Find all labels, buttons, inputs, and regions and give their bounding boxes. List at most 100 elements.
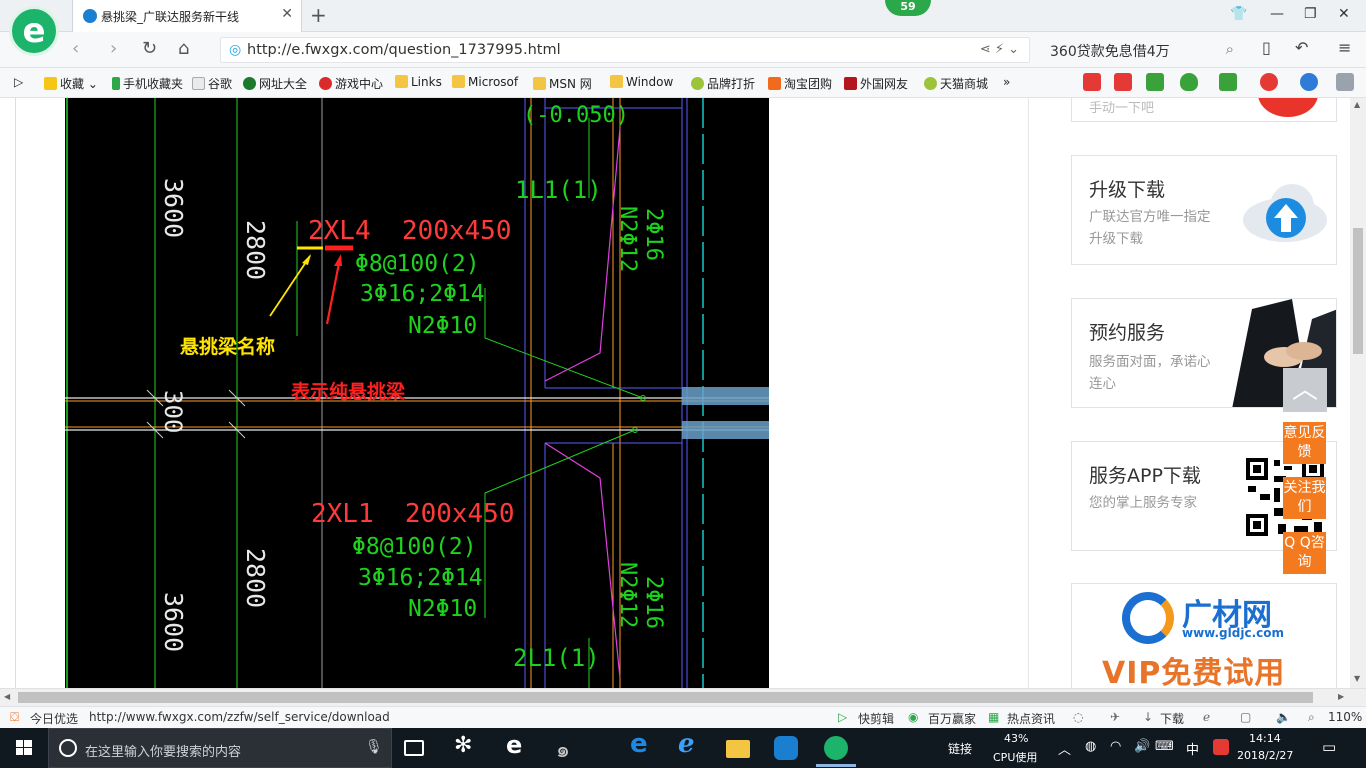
extension-search-icon[interactable] <box>1300 73 1318 91</box>
clock-time[interactable]: 14:14 <box>1249 732 1281 745</box>
scroll-left-icon[interactable]: ◀ <box>4 692 10 701</box>
extension-trophy-icon[interactable] <box>1083 73 1101 91</box>
status-kuaijianji[interactable]: 快剪辑 <box>858 710 894 727</box>
tray-wechat-icon[interactable]: ◍ <box>1085 739 1096 754</box>
horizontal-scrollbar[interactable]: ◀ ▶ <box>0 688 1366 706</box>
extension-grid-icon[interactable] <box>1336 73 1354 91</box>
volume-tray-icon[interactable]: 🔊 <box>1134 739 1150 754</box>
speed-icon[interactable]: ◌ <box>1073 710 1083 724</box>
follow-us-button[interactable]: 关注我们 <box>1283 477 1326 519</box>
zoom-level[interactable]: 110% <box>1328 710 1362 724</box>
volume-icon[interactable]: 🔈 <box>1276 710 1291 724</box>
h-scroll-thumb[interactable] <box>18 692 1313 703</box>
share-icon[interactable]: ⋖ ⚡ ⌄ <box>980 42 1019 57</box>
bookmark-microsoft[interactable]: Microsof <box>452 75 518 89</box>
extension-translate-icon[interactable] <box>1219 73 1237 91</box>
file-explorer-icon[interactable] <box>726 740 750 758</box>
fan-app-icon[interactable]: ✻ <box>454 733 478 758</box>
restore-icon[interactable]: ❐ <box>1304 6 1317 22</box>
start-button[interactable] <box>0 728 48 768</box>
l1-top: 1L1(1) <box>515 176 602 204</box>
bookmark-foreign[interactable]: 外国网友 <box>844 75 908 92</box>
360-browser-icon[interactable] <box>824 736 848 760</box>
cpu-percent: 43% <box>1004 732 1029 745</box>
taskbar-search[interactable]: 在这里输入你要搜索的内容 🎙 <box>48 728 392 768</box>
gift-icon[interactable]: ⛋ <box>10 710 19 725</box>
bookmark-windows[interactable]: Window <box>610 75 673 89</box>
extension-scissors-icon[interactable] <box>1260 73 1278 91</box>
notification-center-icon[interactable]: ▭ <box>1322 738 1336 756</box>
glodon-app-icon[interactable] <box>774 736 798 760</box>
status-baiwan[interactable]: 百万赢家 <box>928 710 976 727</box>
new-tab-icon[interactable]: + <box>310 3 327 27</box>
folder-icon <box>610 75 623 88</box>
phone-icon[interactable]: ▯ <box>1262 38 1271 57</box>
back-icon[interactable]: ‹ <box>72 38 79 59</box>
scroll-down-icon[interactable]: ▼ <box>1354 674 1360 683</box>
swirl-app-icon[interactable]: ๑ <box>556 732 580 763</box>
skin-icon[interactable]: 👕 <box>1230 6 1247 22</box>
scroll-thumb[interactable] <box>1353 228 1363 354</box>
microphone-icon[interactable]: 🎙 <box>365 739 383 755</box>
extension-shield-icon[interactable] <box>1180 73 1198 91</box>
menu-icon[interactable]: ≡ <box>1338 38 1351 57</box>
card-partial-top[interactable]: 手动一下吧 <box>1071 98 1337 122</box>
vert-top-b: N2Φ12 <box>615 206 640 272</box>
feedback-button[interactable]: 意见反馈 <box>1283 422 1326 464</box>
tab-close-icon[interactable]: ✕ <box>281 6 293 22</box>
task-view-icon[interactable] <box>404 740 424 756</box>
pin-icon[interactable]: ✈ <box>1110 710 1120 724</box>
card-upgrade-download[interactable]: 升级下载 广联达官方唯一指定升级下载 <box>1071 155 1337 265</box>
bookmark-mobile[interactable]: 手机收藏夹 <box>112 75 183 92</box>
status-download[interactable]: 下载 <box>1160 710 1184 727</box>
status-redian[interactable]: 热点资讯 <box>1007 710 1055 727</box>
bookmark-links[interactable]: Links <box>395 75 442 89</box>
refresh-icon[interactable]: ↻ <box>142 38 157 59</box>
ime-indicator[interactable]: 中 <box>1186 739 1199 758</box>
scroll-right-icon[interactable]: ▶ <box>1338 692 1344 701</box>
dim-2800-top: 2800 <box>241 220 270 280</box>
tab-active[interactable]: 悬挑梁_广联达服务新干线 ✕ <box>72 0 302 32</box>
tray-link[interactable]: 链接 <box>948 740 972 757</box>
browser-logo-icon[interactable]: e <box>9 6 59 56</box>
forward-icon[interactable]: › <box>110 38 117 59</box>
scroll-up-icon[interactable]: ▲ <box>1354 100 1360 109</box>
extension-discount-icon[interactable] <box>1114 73 1132 91</box>
bookmark-games[interactable]: 游戏中心 <box>319 75 383 92</box>
ie-legacy-icon[interactable]: e <box>506 731 530 759</box>
today-picks[interactable]: 今日优选 <box>30 710 78 727</box>
address-bar[interactable]: ◎ http://e.fwxgx.com/question_1737995.ht… <box>220 37 1030 63</box>
home-icon[interactable]: ⌂ <box>178 38 189 59</box>
bookmark-google[interactable]: 谷歌 <box>192 75 232 92</box>
bookmarks-more[interactable]: » <box>1003 75 1010 89</box>
vertical-scrollbar[interactable]: ▲ ▼ <box>1350 98 1366 688</box>
internet-explorer-icon[interactable]: ℯ <box>678 729 702 759</box>
sidebar-toggle-icon[interactable]: ▷ <box>14 75 23 89</box>
extension-book-icon[interactable] <box>1146 73 1164 91</box>
zoom-icon[interactable]: ⌕ <box>1308 710 1315 725</box>
notification-badge[interactable]: 59 <box>885 0 931 16</box>
ie-mode-icon[interactable]: ℯ <box>1203 710 1210 724</box>
bookmark-hao[interactable]: 网址大全 <box>243 75 307 92</box>
bookmark-favorites[interactable]: 收藏 ⌄ <box>44 75 98 92</box>
keyboard-icon[interactable]: ⌨ <box>1155 739 1174 754</box>
window-icon[interactable]: ▢ <box>1240 710 1251 724</box>
bookmark-msn[interactable]: MSN 网 <box>533 75 592 92</box>
clock-date[interactable]: 2018/2/27 <box>1237 749 1293 762</box>
search-icon[interactable]: ⌕ <box>1226 40 1234 58</box>
folder-icon <box>452 75 465 88</box>
wifi-icon[interactable]: ◠ <box>1110 739 1121 754</box>
bookmark-brand-sale[interactable]: 品牌打折 <box>691 75 755 92</box>
minimize-icon[interactable]: — <box>1270 6 1284 22</box>
back-to-top-button[interactable]: ︿ <box>1283 368 1327 412</box>
tray-expand-icon[interactable]: ︿ <box>1058 739 1071 758</box>
qq-consult-button[interactable]: Q Q咨询 <box>1283 532 1326 574</box>
bookmark-tmall[interactable]: 天猫商城 <box>924 75 988 92</box>
search-box[interactable]: 360贷款免息借4万 ⌕ <box>1040 37 1240 63</box>
close-window-icon[interactable]: ✕ <box>1338 6 1350 22</box>
bookmark-taobao[interactable]: 淘宝团购 <box>768 75 832 92</box>
edge-icon[interactable]: e <box>630 729 654 759</box>
card-ad-gldjc[interactable]: 广材网 www.gldjc.com VIP免费试用 <box>1071 583 1337 688</box>
undo-icon[interactable]: ↶ <box>1295 38 1308 57</box>
sogou-ime-icon[interactable] <box>1213 739 1229 755</box>
